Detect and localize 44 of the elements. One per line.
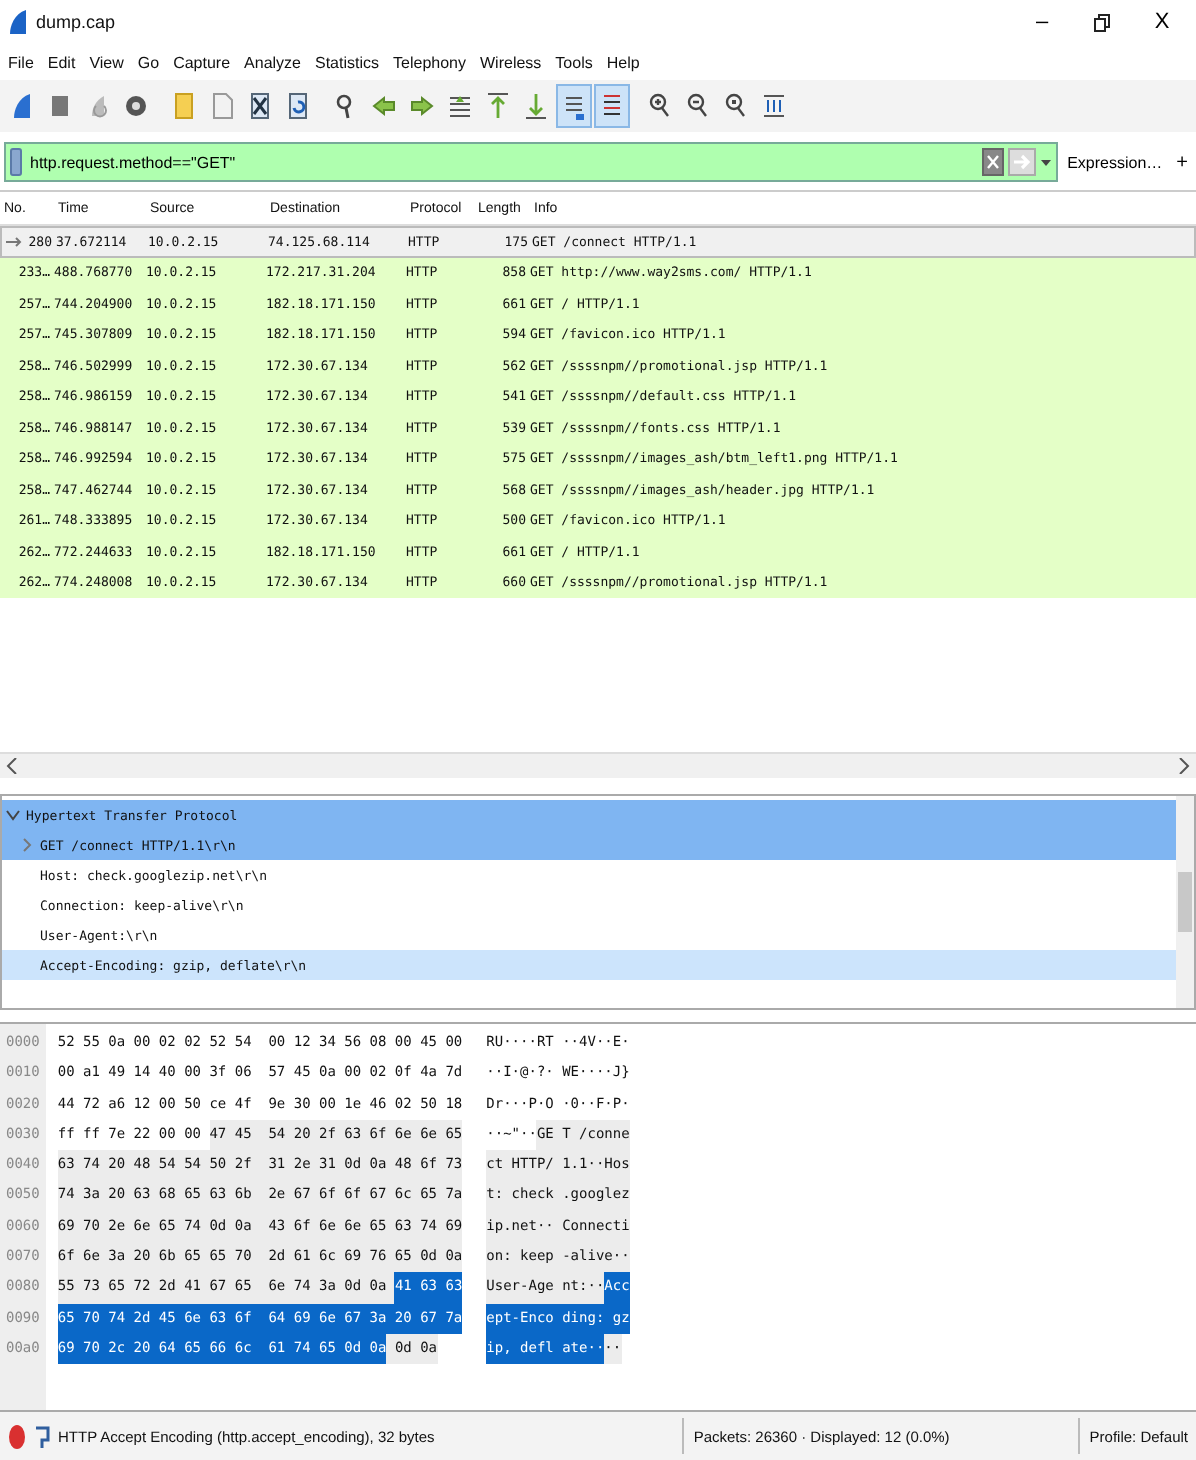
display-filter-field[interactable]: http.request.method=="GET" xyxy=(4,142,1058,182)
menu-item[interactable]: Statistics xyxy=(315,53,380,71)
menu-item[interactable]: Analyze xyxy=(244,53,301,71)
menu-item[interactable]: Help xyxy=(606,53,640,71)
reload-file-icon xyxy=(284,90,312,122)
menu-item[interactable]: Edit xyxy=(47,53,76,71)
menu-item[interactable]: File xyxy=(8,53,34,71)
expression-button[interactable]: Expression… xyxy=(1063,153,1167,171)
back-arrow-icon xyxy=(370,90,398,122)
folder-icon xyxy=(170,90,198,122)
menu-item[interactable]: View xyxy=(89,53,124,71)
zoom-out-icon xyxy=(684,90,712,122)
forward-arrow-icon xyxy=(408,90,436,122)
colorize-button[interactable] xyxy=(594,84,630,128)
clear-icon[interactable] xyxy=(981,148,1004,176)
go-last-icon xyxy=(522,90,550,122)
close-button[interactable]: X xyxy=(1136,4,1188,40)
zoom-in-icon xyxy=(646,90,674,122)
scroll-right-icon[interactable] xyxy=(1178,758,1190,774)
window-title: dump.cap xyxy=(36,12,116,32)
display-filter-input[interactable]: http.request.method=="GET" xyxy=(26,153,978,171)
chevron-down-icon[interactable] xyxy=(6,808,20,822)
menu-item[interactable]: Telephony xyxy=(393,53,466,71)
horizontal-scrollbar[interactable] xyxy=(0,752,1196,778)
file-icon xyxy=(208,90,236,122)
menu-item[interactable]: Tools xyxy=(555,53,593,71)
restore-icon xyxy=(1094,13,1110,31)
go-first-icon xyxy=(484,90,512,122)
minimize-button[interactable]: – xyxy=(1016,4,1068,40)
vertical-scrollbar[interactable] xyxy=(1176,796,1194,1008)
close-file-icon xyxy=(246,90,274,122)
resize-columns-icon xyxy=(760,90,788,122)
add-filter-button[interactable]: + xyxy=(1172,151,1192,173)
arrow-icon xyxy=(6,235,24,248)
shark-fin-icon xyxy=(8,8,28,36)
menu-item[interactable]: Go xyxy=(137,53,160,71)
shark-fin-icon xyxy=(8,90,36,122)
stop-icon xyxy=(46,90,74,122)
menu-item[interactable]: Wireless xyxy=(480,53,542,71)
autoscroll-button[interactable] xyxy=(556,84,592,128)
scroll-left-icon[interactable] xyxy=(6,758,18,774)
menu-item[interactable]: Capture xyxy=(173,53,231,71)
zoom-reset-icon xyxy=(722,90,750,122)
status-dot-icon xyxy=(8,1423,26,1449)
